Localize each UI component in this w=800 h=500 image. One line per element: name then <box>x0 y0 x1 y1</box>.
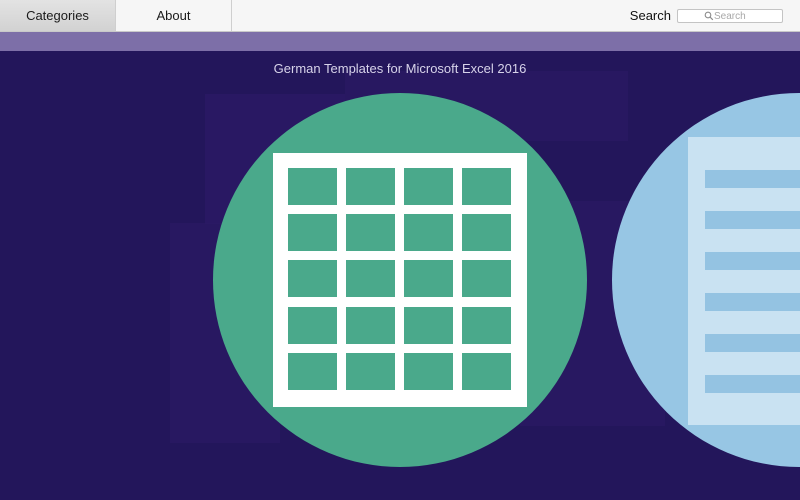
search-field[interactable] <box>677 9 783 23</box>
tab-about[interactable]: About <box>116 0 232 31</box>
tab-categories[interactable]: Categories <box>0 0 116 31</box>
search-input[interactable] <box>714 10 778 22</box>
search-label: Search <box>629 8 671 23</box>
banner-title: German Templates for Microsoft Excel 201… <box>273 61 527 76</box>
magnifier-icon <box>704 11 714 21</box>
toolbar: Categories About Search <box>0 0 800 32</box>
featured-stage: German Templates for Microsoft Excel 201… <box>0 51 800 500</box>
header-band <box>0 32 800 51</box>
document-lines-icon <box>688 137 800 425</box>
spreadsheet-grid-icon <box>273 153 527 407</box>
